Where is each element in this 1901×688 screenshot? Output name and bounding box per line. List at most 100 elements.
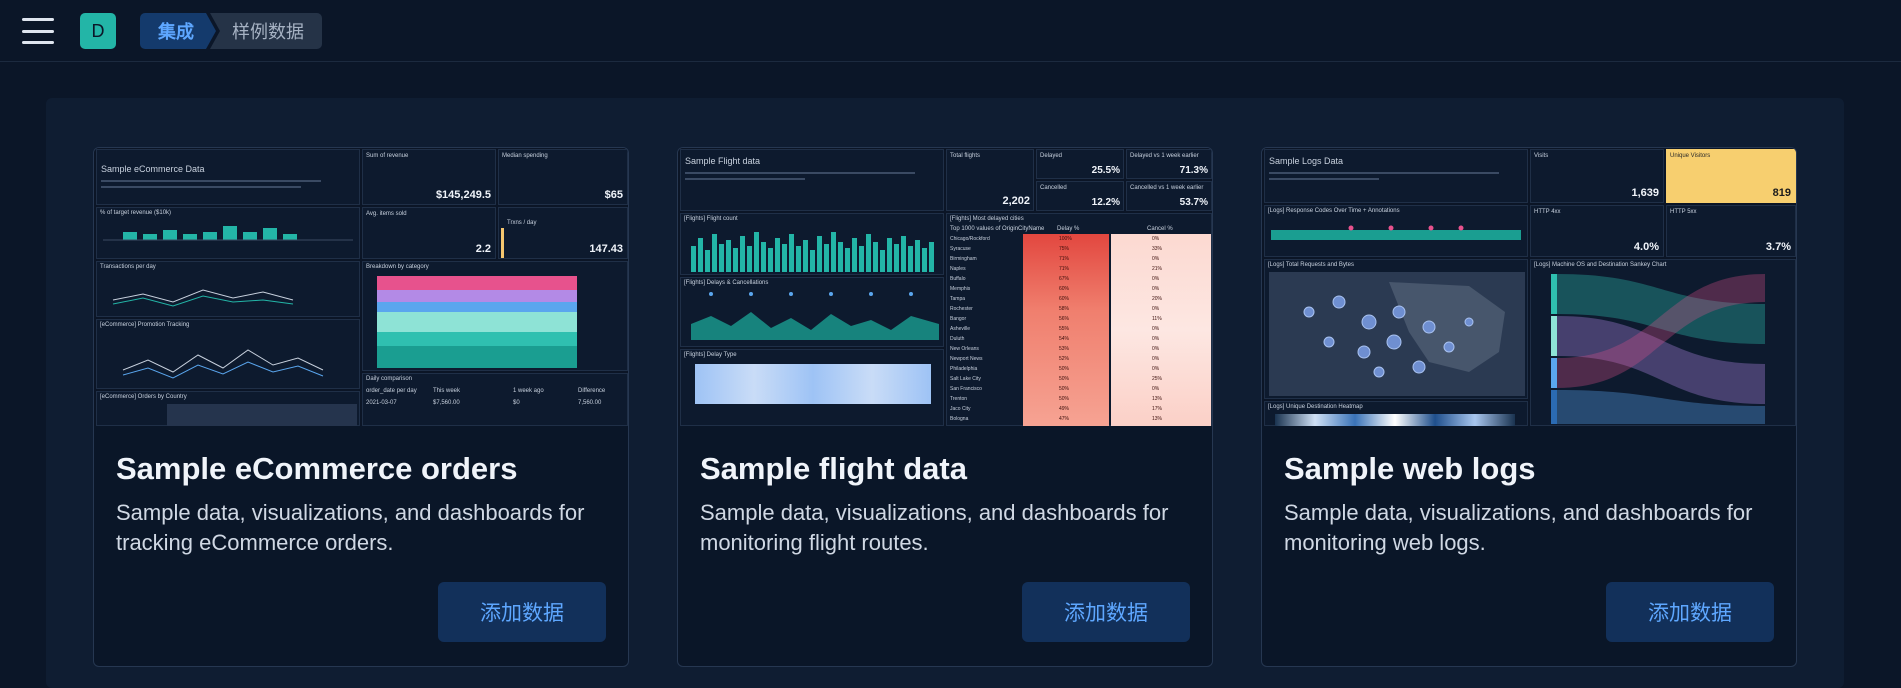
thumb-intro-panel: Sample Logs Data — [1264, 149, 1528, 203]
thumb-panel-title: Sample Flight data — [685, 156, 761, 166]
thumb-delay-type: [Flights] Delay Type — [680, 349, 944, 426]
card-description: Sample data, visualizations, and dashboa… — [700, 500, 1169, 555]
city-table-cell: 50% — [1059, 376, 1070, 382]
kpi-http-4xx: HTTP 4xx 4.0% — [1530, 205, 1664, 257]
kpi-cancelled-vs-week: Cancelled vs 1 week earlier 53.7% — [1126, 181, 1212, 211]
city-table-cell: 58% — [1059, 306, 1070, 312]
category-stacked-bars — [377, 276, 577, 368]
city-table-cell: 60% — [1059, 296, 1070, 302]
city-table-cell: 20% — [1152, 296, 1163, 302]
city-table-cell: 0% — [1152, 356, 1160, 362]
thumb-flight-count: [Flights] Flight count — [680, 213, 944, 275]
city-table-cell: 0% — [1152, 326, 1160, 332]
city-table-cell: 25% — [1152, 376, 1163, 382]
city-table-cell: 47% — [1059, 416, 1070, 422]
city-table-cell: Newport News — [950, 356, 983, 362]
city-table-cell: 50% — [1059, 396, 1070, 402]
city-table-cell: 0% — [1152, 386, 1160, 392]
city-table-cell: 56% — [1059, 316, 1070, 322]
city-table-cell: Bangor — [950, 316, 967, 322]
city-table-cell: 53% — [1059, 346, 1070, 352]
breadcrumb-sample-data: 样例数据 — [210, 13, 322, 49]
city-table-cell: 33% — [1152, 246, 1163, 252]
breadcrumb-integrations[interactable]: 集成 — [140, 13, 216, 49]
city-table-cell: 54% — [1059, 336, 1070, 342]
requests-map — [1269, 272, 1525, 396]
kpi-trxns-day: Trxns / day 147.43 — [498, 207, 628, 259]
city-table-cell: Birmingham — [950, 256, 977, 262]
breadcrumb: 集成 样例数据 — [140, 13, 322, 49]
city-table-cell: 55% — [1059, 326, 1070, 332]
revenue-bars — [103, 226, 353, 241]
city-table-cell: 17% — [1152, 406, 1163, 412]
city-table-cell: 49% — [1059, 406, 1070, 412]
city-table-cell: Tampa — [950, 296, 966, 302]
city-table-cell: 75% — [1059, 246, 1070, 252]
city-table-cell: Chicago/Rockford — [950, 236, 990, 242]
card-title: Sample eCommerce orders — [116, 451, 518, 486]
sankey-chart — [1551, 274, 1765, 424]
city-table-cell: Philadelphia — [950, 366, 978, 372]
city-table-cell: 71% — [1059, 256, 1070, 262]
city-table-cell: 0% — [1152, 366, 1160, 372]
card-description: Sample data, visualizations, and dashboa… — [116, 500, 585, 555]
city-table-cell: Duluth — [950, 336, 965, 342]
city-table-cell: 0% — [1152, 236, 1160, 242]
city-table-cell: Buffalo — [950, 276, 966, 282]
thumb-promotion-tracking: [eCommerce] Promotion Tracking — [96, 319, 360, 389]
kpi-http-5xx: HTTP 5xx 3.7% — [1666, 205, 1796, 257]
card-description: Sample data, visualizations, and dashboa… — [1284, 500, 1753, 555]
thumb-breakdown-category: Breakdown by category — [362, 261, 628, 371]
thumb-total-requests-map: [Logs] Total Requests and Bytes — [1264, 259, 1528, 399]
city-table-cell: Syracuse — [950, 246, 971, 252]
city-table-cell: New Orleans — [950, 346, 979, 352]
city-table-cell: 11% — [1152, 316, 1162, 322]
flights-dashboard-preview: Sample Flight data Total flights 2,202 D… — [678, 148, 1212, 426]
avatar[interactable]: D — [80, 13, 116, 49]
city-table-cell: 0% — [1152, 286, 1160, 292]
city-table-cell: 50% — [1059, 366, 1070, 372]
kpi-median-spending: Median spending $65 — [498, 149, 628, 205]
city-table-cell: Naples — [950, 266, 966, 272]
add-data-button[interactable]: 添加数据 — [1022, 582, 1190, 642]
thumb-orders-country: [eCommerce] Orders by Country — [96, 391, 360, 426]
flight-count-bars — [691, 232, 934, 272]
add-data-button[interactable]: 添加数据 — [438, 582, 606, 642]
city-table-cell: 60% — [1059, 286, 1070, 292]
kpi-delayed: Delayed 25.5% — [1036, 149, 1124, 179]
menu-icon[interactable] — [22, 18, 54, 44]
kpi-visits: Visits 1,639 — [1530, 149, 1664, 203]
ecommerce-dashboard-preview: Sample eCommerce Data Sum of revenue $14… — [94, 148, 628, 426]
card-title: Sample web logs — [1284, 451, 1536, 486]
card-flights: Sample Flight data Total flights 2,202 D… — [677, 147, 1213, 667]
kpi-cancelled: Cancelled 12.2% — [1036, 181, 1124, 211]
city-table-cell: Asheville — [950, 326, 971, 332]
thumb-transactions: Transactions per day — [96, 261, 360, 317]
thumb-panel-title: Sample Logs Data — [1269, 156, 1344, 166]
delays-area — [691, 292, 939, 340]
thumb-most-delayed-cities: [Flights] Most delayed cities Top 1000 v… — [946, 213, 1212, 426]
card-web-logs: Sample Logs Data Visits 1,639 Unique Vis… — [1261, 147, 1797, 667]
card-title: Sample flight data — [700, 451, 967, 486]
card-ecommerce: Sample eCommerce Data Sum of revenue $14… — [93, 147, 629, 667]
city-table-cell: 0% — [1152, 346, 1160, 352]
city-table-cell: Jaco City — [950, 406, 971, 412]
city-table-cell: 0% — [1152, 276, 1160, 282]
response-area — [1271, 225, 1521, 240]
thumb-intro-panel: Sample Flight data — [680, 149, 944, 211]
thumb-unique-destination-heatmap: [Logs] Unique Destination Heatmap — [1264, 401, 1528, 426]
top-bar: D 集成 样例数据 — [0, 0, 1901, 62]
city-table-cell: Bologna — [950, 416, 969, 422]
city-table-cell: 0% — [1152, 256, 1160, 262]
transactions-lines — [112, 289, 294, 307]
thumb-daily-comparison: Daily comparison order_date per day This… — [362, 373, 628, 426]
logs-dashboard-preview: Sample Logs Data Visits 1,639 Unique Vis… — [1262, 148, 1796, 426]
thumb-target-revenue: % of target revenue ($10k) — [96, 207, 360, 259]
add-data-button[interactable]: 添加数据 — [1606, 582, 1774, 642]
city-table-cell: 0% — [1152, 336, 1160, 342]
city-table-cell: 21% — [1152, 266, 1163, 272]
kpi-unique-visitors: Unique Visitors 819 — [1666, 149, 1796, 203]
city-table-cell: 13% — [1152, 416, 1163, 422]
city-table-cell: 67% — [1059, 276, 1070, 282]
thumb-panel-title: Sample eCommerce Data — [101, 164, 205, 174]
